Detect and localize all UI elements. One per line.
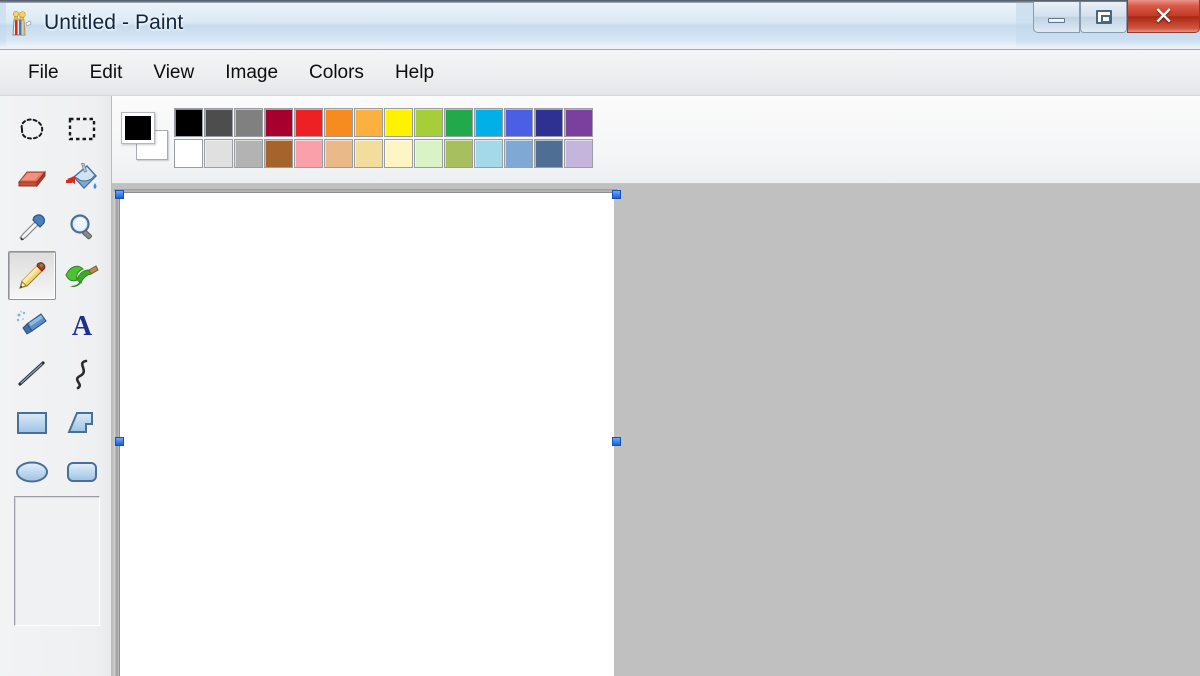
tool-ellipse[interactable] xyxy=(8,447,56,496)
minimize-icon xyxy=(1048,18,1065,23)
menu-item-file[interactable]: File xyxy=(14,59,73,87)
tool-options-panel[interactable] xyxy=(14,496,100,626)
palette-swatch[interactable] xyxy=(264,139,293,168)
brush-icon xyxy=(65,261,99,291)
tool-pick-color[interactable] xyxy=(8,202,56,251)
tool-rounded-rectangle[interactable] xyxy=(58,447,106,496)
palette-swatch[interactable] xyxy=(264,108,293,137)
tool-line[interactable] xyxy=(8,349,56,398)
palette-swatch[interactable] xyxy=(474,108,503,137)
palette-swatch[interactable] xyxy=(444,108,473,137)
text-icon: A xyxy=(67,310,97,340)
palette-swatch[interactable] xyxy=(564,139,593,168)
color-palette-bar xyxy=(112,96,1200,184)
menu-item-edit[interactable]: Edit xyxy=(76,59,137,87)
svg-text:A: A xyxy=(72,311,93,340)
fill-with-color-icon xyxy=(65,163,99,193)
palette-swatch[interactable] xyxy=(354,108,383,137)
tool-brush[interactable] xyxy=(58,251,106,300)
curve-icon xyxy=(68,358,96,390)
menu-item-colors[interactable]: Colors xyxy=(295,59,378,87)
color-indicator[interactable] xyxy=(118,108,174,164)
palette-swatch[interactable] xyxy=(444,139,473,168)
title-bar-top-edge xyxy=(0,0,1200,3)
tool-airbrush[interactable] xyxy=(8,300,56,349)
pencil-icon xyxy=(16,261,48,291)
rectangle-icon xyxy=(15,409,49,437)
palette-swatch[interactable] xyxy=(354,139,383,168)
canvas-resize-handle-middle-left[interactable] xyxy=(115,437,124,446)
magnifier-icon xyxy=(66,212,98,242)
tool-pencil[interactable] xyxy=(8,251,56,300)
palette-swatch[interactable] xyxy=(474,139,503,168)
window-controls: ✕ xyxy=(1033,0,1200,36)
tool-magnifier[interactable] xyxy=(58,202,106,251)
tool-rectangle-select[interactable] xyxy=(58,104,106,153)
free-form-select-icon xyxy=(16,116,48,142)
palette-swatch[interactable] xyxy=(534,139,563,168)
minimize-button[interactable] xyxy=(1033,2,1080,33)
palette-swatch[interactable] xyxy=(504,108,533,137)
menu-item-help[interactable]: Help xyxy=(381,59,448,87)
palette-swatch[interactable] xyxy=(504,139,533,168)
menu-item-view[interactable]: View xyxy=(139,59,208,87)
main-area: A xyxy=(0,96,1200,676)
line-icon xyxy=(16,359,48,389)
canvas-resize-handle-middle-right[interactable] xyxy=(612,437,621,446)
palette-swatch[interactable] xyxy=(324,139,353,168)
palette-swatch[interactable] xyxy=(414,139,443,168)
tool-free-form-select[interactable] xyxy=(8,104,56,153)
window-title: Untitled - Paint xyxy=(44,11,183,35)
palette-swatch[interactable] xyxy=(294,108,323,137)
drawing-canvas[interactable] xyxy=(119,192,614,676)
foreground-color-swatch[interactable] xyxy=(121,112,155,144)
workspace xyxy=(112,96,1200,676)
polygon-icon xyxy=(66,409,98,437)
ellipse-icon xyxy=(14,459,50,485)
eraser-icon xyxy=(15,164,49,192)
palette-swatch[interactable] xyxy=(414,108,443,137)
color-palette xyxy=(174,108,593,169)
rounded-rectangle-icon xyxy=(65,459,99,485)
pick-color-icon xyxy=(16,212,48,242)
palette-swatch[interactable] xyxy=(204,139,233,168)
palette-swatch[interactable] xyxy=(534,108,563,137)
palette-swatch[interactable] xyxy=(174,139,203,168)
tool-grid: A xyxy=(8,104,108,496)
palette-swatch[interactable] xyxy=(234,139,263,168)
toolbox: A xyxy=(0,96,112,676)
tool-rectangle[interactable] xyxy=(8,398,56,447)
tool-eraser[interactable] xyxy=(8,153,56,202)
palette-swatch[interactable] xyxy=(324,108,353,137)
tool-fill-with-color[interactable] xyxy=(58,153,106,202)
tool-text[interactable]: A xyxy=(58,300,106,349)
canvas-frame xyxy=(114,189,614,676)
palette-swatch[interactable] xyxy=(384,108,413,137)
palette-swatch[interactable] xyxy=(234,108,263,137)
close-icon: ✕ xyxy=(1153,4,1173,28)
tool-curve[interactable] xyxy=(58,349,106,398)
menu-item-image[interactable]: Image xyxy=(211,59,292,87)
paint-application-window: Untitled - Paint ✕ File Edit View Image … xyxy=(0,0,1200,676)
canvas-resize-handle-top-left[interactable] xyxy=(115,190,124,199)
maximize-button[interactable] xyxy=(1080,2,1127,33)
canvas-resize-handle-top-right[interactable] xyxy=(612,190,621,199)
close-button[interactable]: ✕ xyxy=(1127,0,1200,33)
palette-swatch[interactable] xyxy=(294,139,323,168)
canvas-area[interactable] xyxy=(112,184,1200,676)
palette-swatch[interactable] xyxy=(174,108,203,137)
palette-swatch[interactable] xyxy=(384,139,413,168)
airbrush-icon xyxy=(15,310,49,340)
rectangle-select-icon xyxy=(67,116,97,142)
palette-swatch[interactable] xyxy=(564,108,593,137)
title-bar[interactable]: Untitled - Paint ✕ xyxy=(0,0,1200,50)
paint-cup-icon xyxy=(10,11,34,37)
palette-swatch[interactable] xyxy=(204,108,233,137)
tool-polygon[interactable] xyxy=(58,398,106,447)
maximize-icon xyxy=(1096,10,1112,24)
menu-bar: File Edit View Image Colors Help xyxy=(0,50,1200,96)
